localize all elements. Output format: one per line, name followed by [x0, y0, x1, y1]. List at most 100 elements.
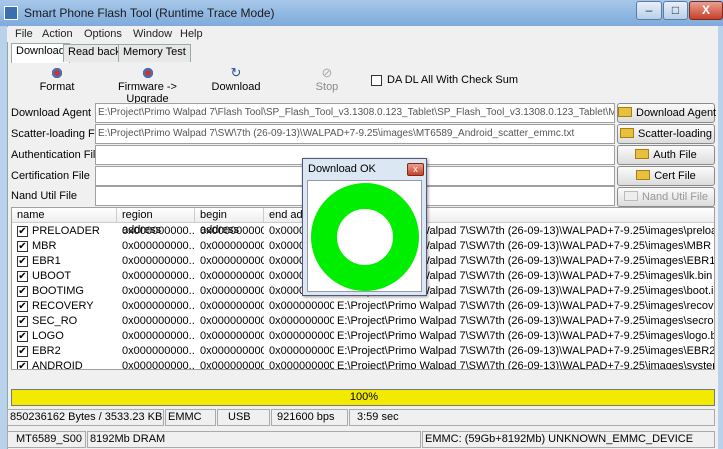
- row-region-address: 0x000000000...: [122, 315, 195, 327]
- tab-read-back[interactable]: Read back: [63, 44, 126, 62]
- auth-file-button-label: Auth File: [653, 149, 697, 161]
- scatter-loading-button-label: Scatter-loading: [638, 128, 712, 140]
- tab-download[interactable]: Download: [11, 43, 70, 63]
- stop-button[interactable]: ⊘ Stop: [310, 65, 344, 93]
- row-name: PRELOADER: [32, 225, 100, 237]
- row-region-address: 0x000000000...: [122, 345, 195, 357]
- menu-window[interactable]: Window: [133, 28, 172, 40]
- dialog-close-button[interactable]: x: [407, 163, 424, 176]
- maximize-button[interactable]: □: [663, 1, 688, 20]
- row-begin-address: 0x000000000...: [200, 330, 264, 342]
- status-bytes: 850236162 Bytes / 3533.23 KBps: [7, 409, 164, 426]
- row-region-address: 0x000000000...: [122, 300, 195, 312]
- stop-icon: ⊘: [321, 65, 333, 80]
- status-dram: 8192Mb DRAM: [87, 431, 421, 448]
- status-storage: EMMC: [165, 409, 216, 426]
- row-begin-address: 0x000000000...: [200, 225, 264, 237]
- row-begin-address: 0x000000000...: [200, 300, 264, 312]
- row-checkbox[interactable]: ✔: [17, 271, 28, 282]
- column-header-name[interactable]: name: [12, 208, 117, 223]
- row-checkbox[interactable]: ✔: [17, 301, 28, 312]
- folder-icon: [618, 107, 632, 117]
- scatter-loading-button[interactable]: Scatter-loading: [617, 124, 715, 144]
- row-file-path: E:\Project\Primo Walpad 7\SW\7th (26-09-…: [337, 330, 715, 342]
- row-checkbox[interactable]: ✔: [17, 241, 28, 252]
- row-checkbox[interactable]: ✔: [17, 346, 28, 357]
- column-header-begin[interactable]: begin address: [195, 208, 264, 236]
- row-name: UBOOT: [32, 270, 72, 282]
- title-bar[interactable]: Smart Phone Flash Tool (Runtime Trace Mo…: [0, 0, 723, 26]
- row-name: BOOTIMG: [32, 285, 84, 297]
- menu-bar: File Action Options Window Help: [7, 27, 718, 42]
- row-checkbox[interactable]: ✔: [17, 316, 28, 327]
- row-checkbox[interactable]: ✔: [17, 256, 28, 267]
- firmware-icon: [141, 67, 154, 79]
- row-begin-address: 0x000000000...: [200, 270, 264, 282]
- nand-util-button-label: Nand Util File: [641, 191, 709, 203]
- table-row[interactable]: ✔ LOGO 0x000000000... 0x000000000... 0x00000…: [12, 329, 715, 344]
- close-button[interactable]: X: [689, 1, 723, 20]
- row-region-address: 0x000000000...: [122, 270, 195, 282]
- download-agent-label: Download Agent: [11, 107, 92, 119]
- row-checkbox[interactable]: ✔: [17, 286, 28, 297]
- row-end-address: 0x000000000...: [269, 345, 334, 357]
- row-begin-address: 0x000000000...: [200, 360, 264, 370]
- status-baud: 921600 bps: [271, 409, 348, 426]
- menu-file[interactable]: File: [15, 28, 33, 40]
- menu-help[interactable]: Help: [180, 28, 203, 40]
- format-button[interactable]: Format: [37, 67, 77, 93]
- table-row[interactable]: ✔ RECOVERY 0x000000000... 0x000000000... 0x0…: [12, 299, 714, 314]
- table-row[interactable]: ✔ EBR2 0x000000000... 0x000000000... 0x00000…: [12, 344, 715, 359]
- table-row[interactable]: ✔ SEC_RO 0x000000000... 0x000000000... 0x000…: [12, 314, 715, 329]
- cert-label: Certification File: [11, 170, 90, 182]
- stop-label: Stop: [315, 81, 339, 93]
- row-checkbox[interactable]: ✔: [17, 331, 28, 342]
- download-label: Download: [211, 81, 261, 93]
- row-checkbox[interactable]: ✔: [17, 361, 28, 369]
- row-begin-address: 0x000000000...: [200, 255, 264, 267]
- status-time: 3:59 sec: [349, 409, 715, 426]
- row-begin-address: 0x000000000...: [200, 240, 264, 252]
- row-region-address: 0x000000000...: [122, 285, 195, 297]
- row-checkbox[interactable]: ✔: [17, 226, 28, 237]
- da-checksum-checkbox[interactable]: [371, 75, 382, 86]
- row-begin-address: 0x000000000...: [200, 345, 264, 357]
- row-end-address: 0x000000000...: [269, 330, 334, 342]
- row-begin-address: 0x000000000...: [200, 315, 264, 327]
- download-ok-dialog: Download OK x: [302, 158, 427, 296]
- row-end-address: 0x000000000...: [269, 315, 334, 327]
- status-port: USB: [217, 409, 270, 426]
- row-file-path: E:\Project\Primo Walpad 7\SW\7th (26-09-…: [337, 345, 715, 357]
- column-header-region[interactable]: region address: [117, 208, 195, 236]
- minimize-button[interactable]: –: [636, 1, 662, 20]
- firmware-upgrade-button[interactable]: Firmware -> Upgrade: [100, 67, 195, 105]
- row-begin-address: 0x000000000...: [200, 285, 264, 297]
- row-region-address: 0x000000000...: [122, 225, 195, 237]
- download-agent-button[interactable]: Download Agent: [617, 103, 716, 123]
- scatter-field[interactable]: E:\Project\Primo Walpad 7\SW\7th (26-09-…: [95, 124, 615, 144]
- row-name: ANDROID: [32, 360, 83, 370]
- nand-util-button[interactable]: Nand Util File: [617, 187, 715, 207]
- row-region-address: 0x000000000...: [122, 360, 195, 370]
- progress-bar: 100%: [11, 389, 715, 406]
- cert-file-button[interactable]: Cert File: [617, 166, 715, 186]
- row-file-path: E:\Project\Primo Walpad 7\SW\7th (26-09-…: [337, 315, 715, 327]
- row-name: MBR: [32, 240, 57, 252]
- row-region-address: 0x000000000...: [122, 240, 195, 252]
- menu-action[interactable]: Action: [42, 28, 73, 40]
- format-label: Format: [39, 81, 75, 93]
- menu-options[interactable]: Options: [84, 28, 122, 40]
- auth-file-button[interactable]: Auth File: [617, 145, 715, 165]
- folder-icon: [620, 128, 634, 138]
- nand-label: Nand Util File: [11, 190, 78, 202]
- table-row[interactable]: ✔ ANDROID 0x000000000... 0x000000000... 0x00…: [12, 359, 714, 370]
- da-checksum-label: DA DL All With Check Sum: [387, 74, 519, 86]
- row-name: SEC_RO: [32, 315, 78, 327]
- row-name: RECOVERY: [32, 300, 94, 312]
- download-agent-field[interactable]: E:\Project\Primo Walpad 7\Flash Tool\SP_…: [95, 103, 615, 123]
- tab-memory-test[interactable]: Memory Test: [118, 44, 191, 62]
- folder-icon: [636, 170, 651, 180]
- format-icon: [51, 67, 63, 79]
- download-button[interactable]: ↻ Download: [211, 66, 261, 93]
- dialog-body: [307, 180, 422, 292]
